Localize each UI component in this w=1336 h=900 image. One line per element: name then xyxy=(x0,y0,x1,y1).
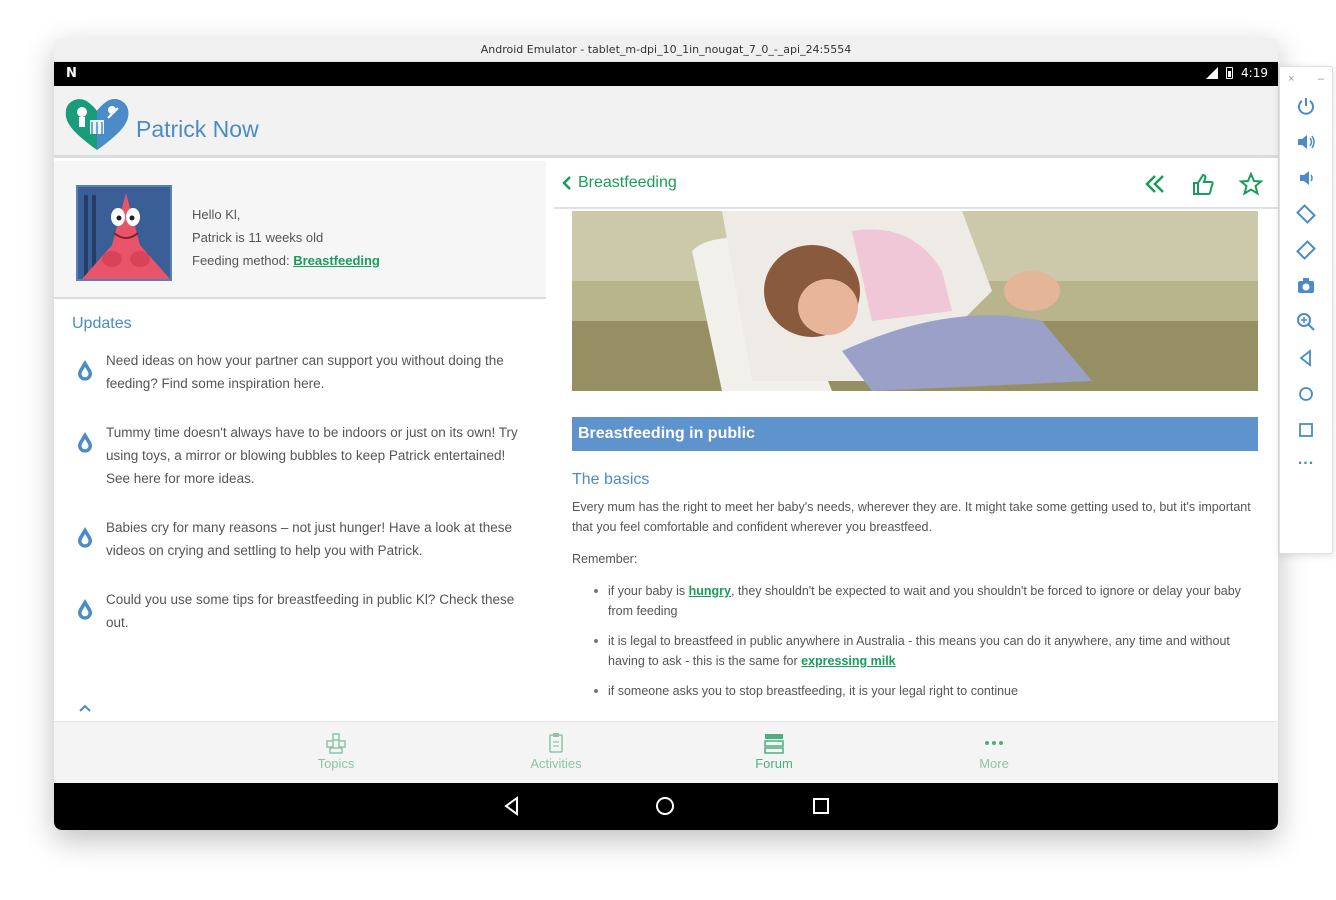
forum-icon xyxy=(764,734,784,754)
expressing-milk-link[interactable]: expressing milk xyxy=(801,654,896,668)
battery-icon xyxy=(1226,67,1234,79)
list-item: it is legal to breastfeed in public anyw… xyxy=(592,631,1258,671)
android-status-bar: N 4:19 xyxy=(54,62,1278,86)
list-item: if your baby is hungry, they shouldn't b… xyxy=(592,581,1258,621)
emulator-toolbar: × – ... xyxy=(1279,66,1333,554)
zoom-icon[interactable] xyxy=(1295,311,1317,333)
tab-activities-label: Activities xyxy=(530,756,582,771)
topics-icon xyxy=(326,733,346,754)
back-label: Breastfeeding xyxy=(578,174,677,191)
update-text: Need ideas on how your partner can suppo… xyxy=(106,353,504,391)
update-text: Babies cry for many reasons – not just h… xyxy=(106,520,512,558)
home-circle-icon[interactable] xyxy=(1295,383,1317,405)
left-pane: Hello Kl, Patrick is 11 weeks old Feedin… xyxy=(54,161,546,721)
bullet-text: if your baby is xyxy=(608,584,689,598)
rotate-right-icon[interactable] xyxy=(1295,239,1317,261)
app-title: Patrick Now xyxy=(136,116,259,142)
back-button[interactable]: Breastfeeding xyxy=(562,174,677,192)
tab-activities[interactable]: Activities xyxy=(496,732,616,771)
feeding-method: Feeding method: Breastfeeding xyxy=(192,249,380,272)
rotate-left-icon[interactable] xyxy=(1295,203,1317,225)
remember-label: Remember: xyxy=(572,552,638,566)
power-icon[interactable] xyxy=(1295,95,1317,117)
app-bar: Patrick Now xyxy=(54,86,1278,158)
more-dots-icon xyxy=(985,741,1003,745)
bullet-text: if someone asks you to stop breastfeedin… xyxy=(608,684,1018,698)
article-body: Every mum has the right to meet her baby… xyxy=(572,497,1258,711)
minimize-icon[interactable]: – xyxy=(1318,73,1324,85)
article-actions xyxy=(1142,171,1264,197)
bottom-navigation: Topics Activities Forum More xyxy=(54,721,1278,783)
android-recents-icon[interactable] xyxy=(810,795,832,817)
subheading: The basics xyxy=(572,471,650,488)
chevron-left-icon xyxy=(562,176,571,190)
hungry-link[interactable]: hungry xyxy=(689,584,731,598)
emulator-window: Android Emulator - tablet_m-dpi_10_1in_n… xyxy=(54,38,1278,830)
update-item[interactable]: Could you use some tips for breastfeedin… xyxy=(78,588,526,634)
overview-square-icon[interactable] xyxy=(1295,419,1317,441)
back-triangle-icon[interactable] xyxy=(1295,347,1317,369)
tab-forum[interactable]: Forum xyxy=(714,732,834,771)
thumbs-up-icon[interactable] xyxy=(1190,171,1216,197)
droplet-icon xyxy=(78,432,92,453)
article-header: Breastfeeding xyxy=(554,161,1278,209)
article-intro: Every mum has the right to meet her baby… xyxy=(572,500,1251,534)
avatar-image-icon xyxy=(78,187,170,279)
double-chevron-left-icon[interactable] xyxy=(1142,171,1168,197)
window-title: Android Emulator - tablet_m-dpi_10_1in_n… xyxy=(54,38,1278,62)
volume-down-icon[interactable] xyxy=(1295,167,1317,189)
android-back-icon[interactable] xyxy=(502,795,522,817)
update-text: Could you use some tips for breastfeedin… xyxy=(106,592,515,630)
volume-up-icon[interactable] xyxy=(1295,131,1317,153)
more-options-icon[interactable]: ... xyxy=(1280,451,1332,469)
article-pane: Breastfeeding Breastfeeding in public Th… xyxy=(554,161,1278,721)
notification-icon: N xyxy=(66,66,77,81)
android-home-icon[interactable] xyxy=(654,795,676,817)
android-navigation-bar xyxy=(54,783,1278,830)
feeding-method-link[interactable]: Breastfeeding xyxy=(293,253,380,268)
feeding-method-label: Feeding method: xyxy=(192,253,294,268)
baby-age: Patrick is 11 weeks old xyxy=(192,230,324,245)
toolbar-window-controls: × – xyxy=(1280,67,1332,85)
droplet-icon xyxy=(78,360,92,381)
star-icon[interactable] xyxy=(1238,171,1264,197)
more-updates-icon[interactable] xyxy=(78,703,92,713)
update-text: Tummy time doesn't always have to be ind… xyxy=(106,425,518,486)
greeting: Hello Kl, xyxy=(192,207,241,222)
update-item[interactable]: Need ideas on how your partner can suppo… xyxy=(78,349,526,395)
bullet-text: it is legal to breastfeed in public anyw… xyxy=(608,634,1230,668)
tab-more[interactable]: More xyxy=(934,732,1054,771)
article-hero-image xyxy=(572,211,1258,391)
tab-topics[interactable]: Topics xyxy=(276,732,396,771)
avatar[interactable] xyxy=(76,185,172,281)
list-item: if someone asks you to stop breastfeedin… xyxy=(592,681,1258,701)
update-item[interactable]: Babies cry for many reasons – not just h… xyxy=(78,516,526,562)
bullet-list: if your baby is hungry, they shouldn't b… xyxy=(592,581,1258,701)
tab-forum-label: Forum xyxy=(755,756,793,771)
camera-icon[interactable] xyxy=(1295,275,1317,297)
app-logo-icon xyxy=(65,99,129,150)
droplet-icon xyxy=(78,599,92,620)
section-title-bar: Breastfeeding in public xyxy=(572,417,1258,451)
profile-text: Hello Kl, Patrick is 11 weeks old Feedin… xyxy=(192,203,380,272)
status-time: 4:19 xyxy=(1241,66,1268,80)
status-icons: 4:19 xyxy=(1206,66,1268,80)
tab-topics-label: Topics xyxy=(317,756,355,771)
signal-icon xyxy=(1206,67,1219,79)
update-item[interactable]: Tummy time doesn't always have to be ind… xyxy=(78,421,526,490)
breastfeeding-photo-icon xyxy=(572,211,1258,391)
close-icon[interactable]: × xyxy=(1288,73,1294,85)
profile-card[interactable]: Hello Kl, Patrick is 11 weeks old Feedin… xyxy=(54,161,546,299)
updates-title: Updates xyxy=(72,315,132,332)
droplet-icon xyxy=(78,527,92,548)
tab-more-label: More xyxy=(979,756,1009,771)
clipboard-icon xyxy=(549,733,563,753)
